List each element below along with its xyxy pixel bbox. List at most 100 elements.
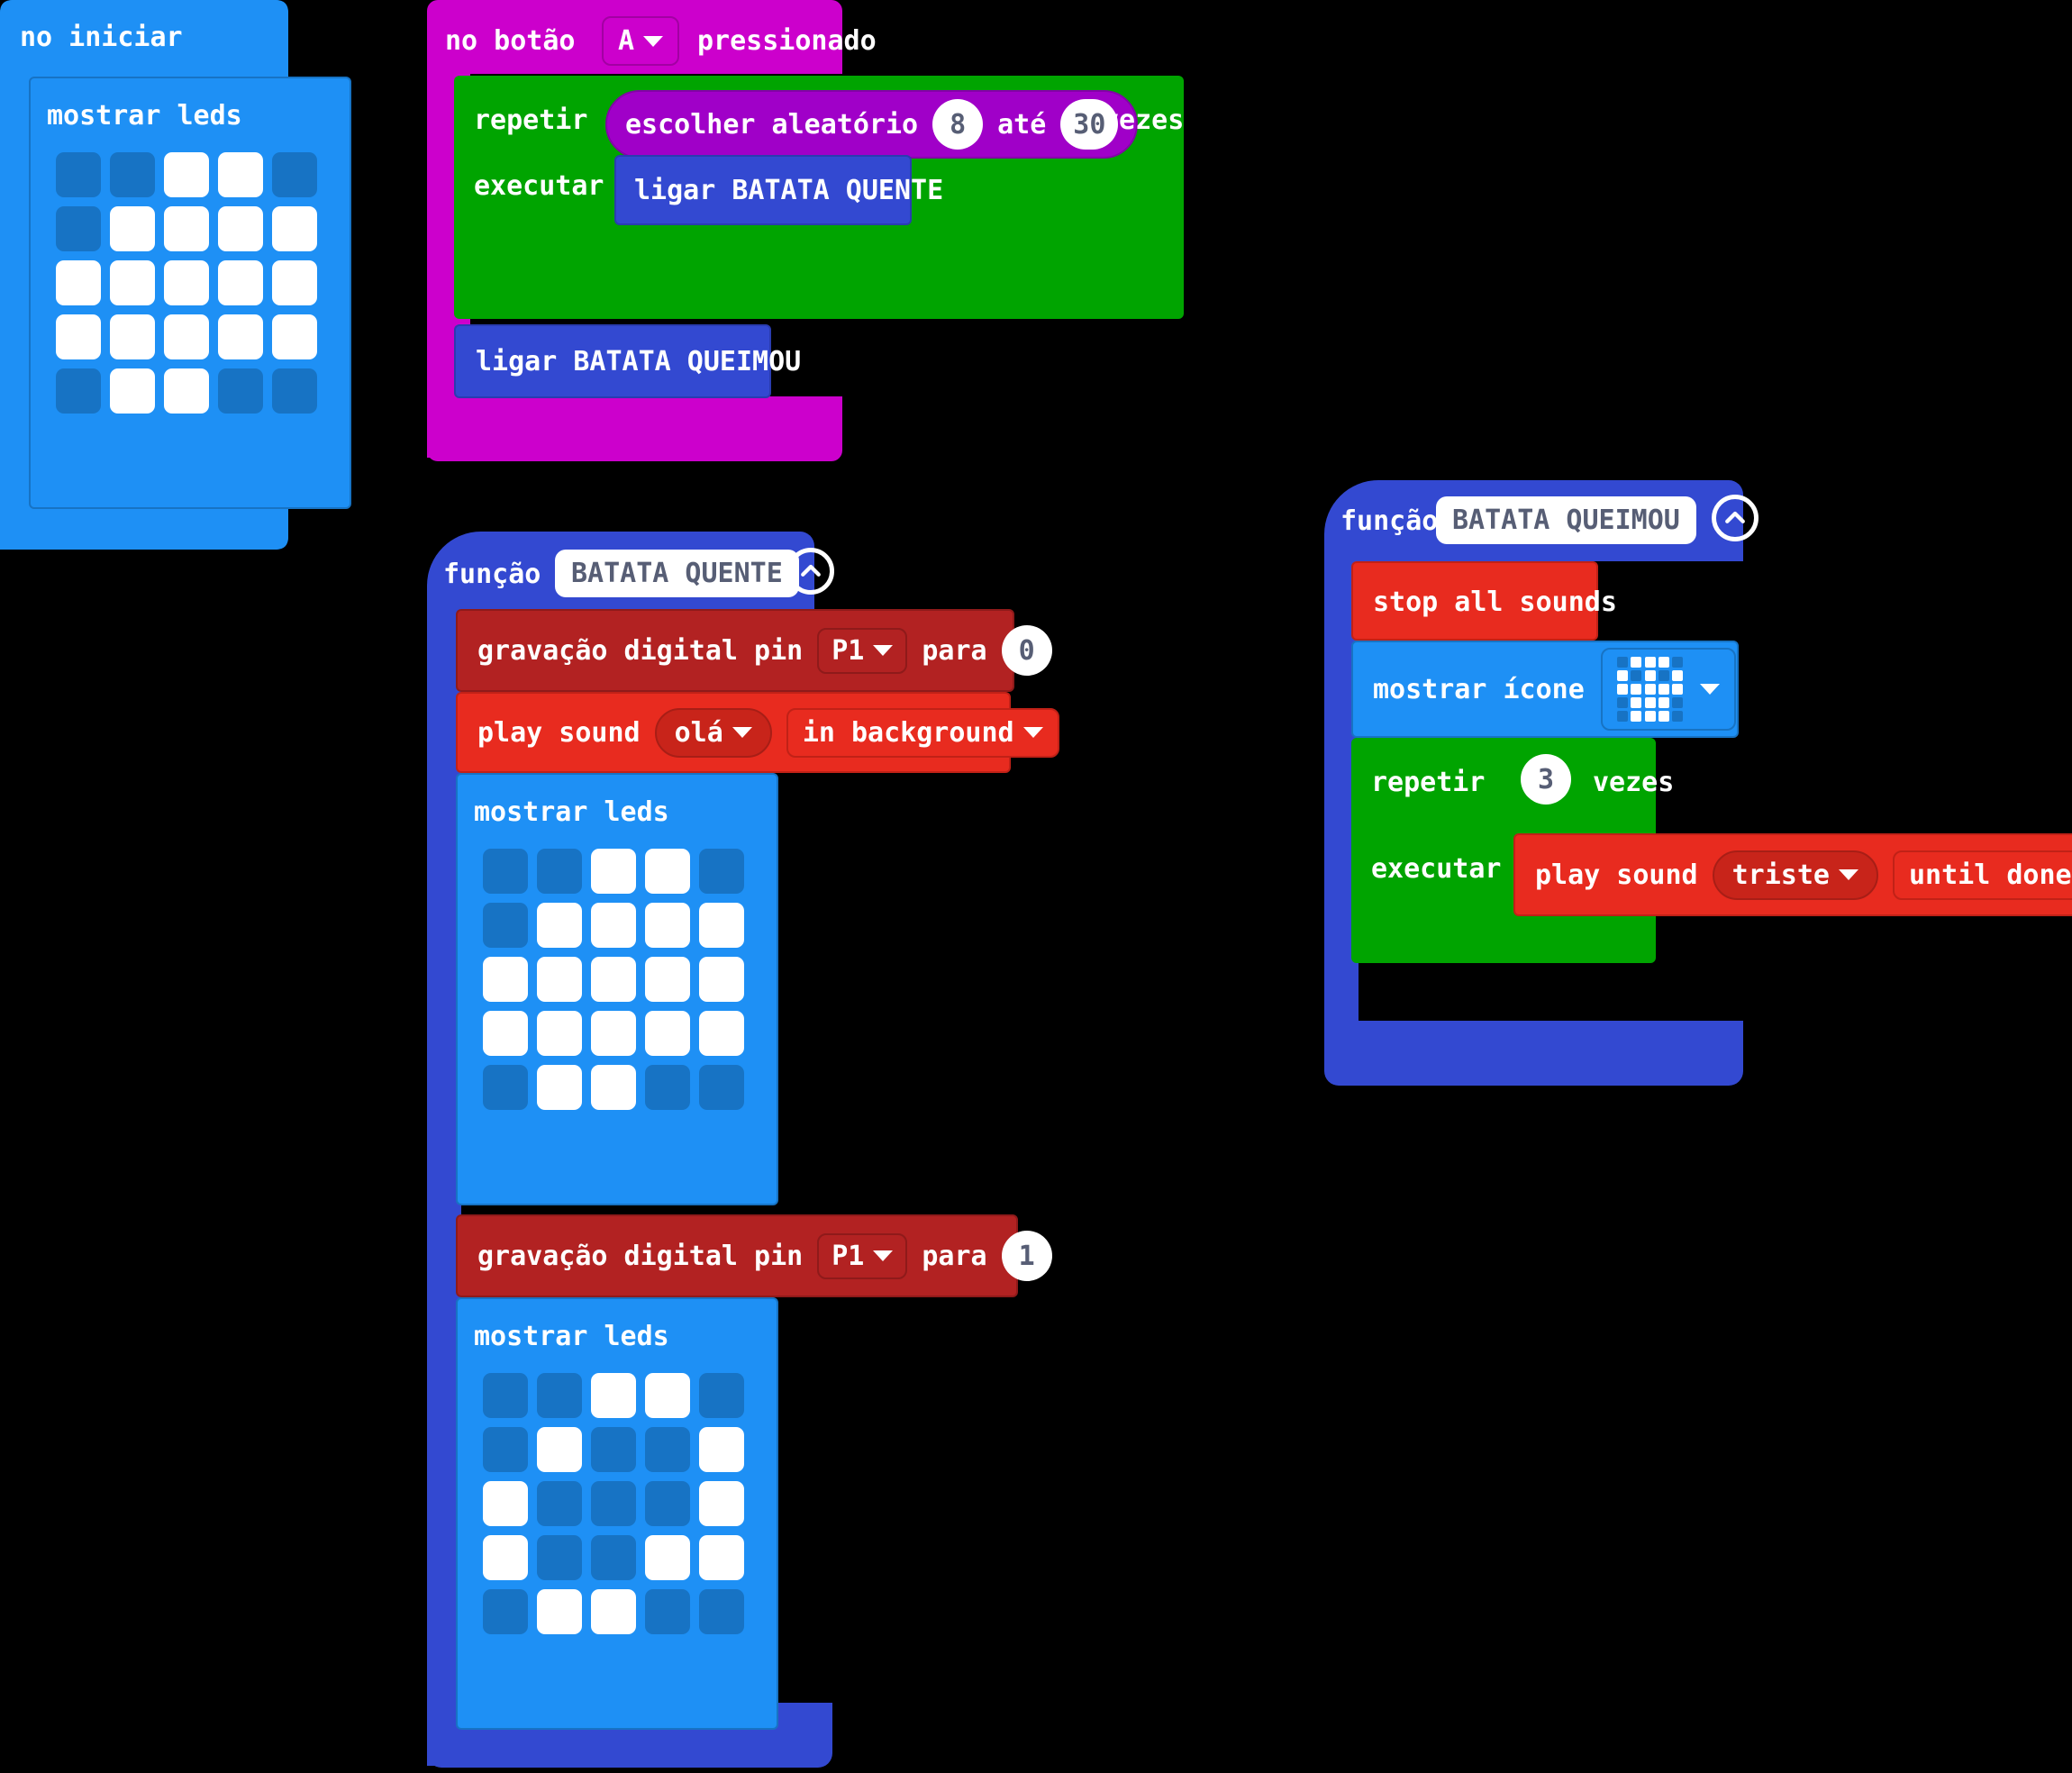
led-cell[interactable] [645, 903, 690, 948]
led-cell[interactable] [591, 849, 636, 894]
repeat-loop-block-queimou[interactable]: repetir 3 vezes executar play sound tris… [1351, 738, 2072, 963]
play-sound-block-ola[interactable]: play sound olá in background [456, 692, 1059, 773]
led-cell[interactable] [537, 1589, 582, 1634]
led-cell[interactable] [537, 1535, 582, 1580]
led-cell[interactable] [699, 1535, 744, 1580]
function-name-field[interactable]: BATATA QUENTE [555, 550, 799, 597]
led-cell[interactable] [110, 260, 155, 305]
led-cell[interactable] [56, 260, 101, 305]
random-from-input[interactable]: 8 [932, 99, 984, 150]
led-cell[interactable] [591, 957, 636, 1002]
led-cell[interactable] [483, 1535, 528, 1580]
function-name-field[interactable]: BATATA QUEIMOU [1436, 496, 1696, 544]
call-batata-queimou-block[interactable]: ligar BATATA QUEIMOU [454, 324, 801, 398]
led-cell[interactable] [645, 1589, 690, 1634]
led-cell[interactable] [591, 1589, 636, 1634]
led-cell[interactable] [699, 849, 744, 894]
button-select[interactable]: A [602, 16, 680, 66]
led-matrix-quente-2[interactable] [483, 1373, 744, 1634]
sound-select-triste[interactable]: triste [1712, 850, 1878, 900]
led-cell[interactable] [164, 368, 209, 414]
led-cell[interactable] [537, 1373, 582, 1418]
led-cell[interactable] [645, 1535, 690, 1580]
led-cell[interactable] [699, 1481, 744, 1526]
show-leds-block-onstart[interactable]: mostrar leds [29, 77, 351, 509]
call-batata-quente-block[interactable]: ligar BATATA QUENTE [614, 155, 943, 225]
led-cell[interactable] [483, 1011, 528, 1056]
icon-select[interactable] [1600, 648, 1736, 731]
pin-select-0[interactable]: P1 [817, 627, 908, 674]
led-cell[interactable] [537, 1427, 582, 1472]
led-cell[interactable] [56, 368, 101, 414]
show-leds-block-quente-2[interactable]: mostrar leds [456, 1297, 778, 1730]
pick-random-reporter[interactable]: escolher aleatório 8 até 30 [605, 90, 1139, 159]
led-cell[interactable] [537, 1481, 582, 1526]
led-cell[interactable] [699, 903, 744, 948]
led-cell[interactable] [272, 152, 317, 197]
led-cell[interactable] [272, 260, 317, 305]
led-cell[interactable] [537, 849, 582, 894]
led-cell[interactable] [699, 1427, 744, 1472]
led-cell[interactable] [591, 1427, 636, 1472]
led-cell[interactable] [591, 1481, 636, 1526]
led-cell[interactable] [483, 903, 528, 948]
led-cell[interactable] [591, 903, 636, 948]
led-cell[interactable] [699, 1589, 744, 1634]
led-cell[interactable] [218, 260, 263, 305]
led-cell[interactable] [272, 368, 317, 414]
led-cell[interactable] [110, 368, 155, 414]
led-cell[interactable] [645, 1427, 690, 1472]
sound-mode-select-background[interactable]: in background [786, 707, 1059, 758]
led-cell[interactable] [645, 849, 690, 894]
digital-write-block-0[interactable]: gravação digital pin P1 para 0 [456, 609, 1052, 692]
led-cell[interactable] [699, 957, 744, 1002]
led-cell[interactable] [645, 1011, 690, 1056]
led-cell[interactable] [218, 152, 263, 197]
led-cell[interactable] [591, 1011, 636, 1056]
led-cell[interactable] [218, 368, 263, 414]
pin-select-1[interactable]: P1 [817, 1232, 908, 1279]
led-cell[interactable] [483, 1589, 528, 1634]
repeat-times-input[interactable]: 3 [1521, 754, 1571, 805]
led-cell[interactable] [56, 314, 101, 359]
sound-mode-select-untildone[interactable]: until done [1893, 850, 2072, 900]
led-cell[interactable] [483, 1481, 528, 1526]
led-cell[interactable] [272, 314, 317, 359]
chevron-up-circle-icon[interactable] [787, 548, 834, 595]
led-cell[interactable] [699, 1011, 744, 1056]
led-cell[interactable] [110, 152, 155, 197]
play-sound-block-triste[interactable]: play sound triste until done [1513, 833, 2072, 916]
led-cell[interactable] [537, 957, 582, 1002]
led-cell[interactable] [591, 1535, 636, 1580]
led-cell[interactable] [218, 314, 263, 359]
led-cell[interactable] [699, 1373, 744, 1418]
digital-write-value-input-1[interactable]: 1 [1001, 1231, 1052, 1281]
led-matrix-quente-1[interactable] [483, 849, 744, 1110]
led-cell[interactable] [537, 1011, 582, 1056]
repeat-loop-block[interactable]: repetir escolher aleatório 8 até 30 veze… [454, 76, 1184, 319]
blocks-workspace[interactable]: no iniciar mostrar leds no botão A press… [0, 0, 2072, 1773]
led-cell[interactable] [272, 206, 317, 251]
led-cell[interactable] [483, 1427, 528, 1472]
led-cell[interactable] [591, 1373, 636, 1418]
led-cell[interactable] [537, 1065, 582, 1110]
led-cell[interactable] [645, 1373, 690, 1418]
led-cell[interactable] [699, 1065, 744, 1110]
stop-all-sounds-block[interactable]: stop all sounds [1351, 561, 1617, 641]
led-cell[interactable] [483, 1065, 528, 1110]
digital-write-value-input-0[interactable]: 0 [1001, 625, 1052, 676]
led-cell[interactable] [56, 206, 101, 251]
led-cell[interactable] [164, 206, 209, 251]
led-cell[interactable] [164, 260, 209, 305]
led-cell[interactable] [483, 957, 528, 1002]
led-cell[interactable] [164, 314, 209, 359]
led-cell[interactable] [56, 152, 101, 197]
led-matrix-onstart[interactable] [56, 152, 317, 414]
led-cell[interactable] [645, 1481, 690, 1526]
led-cell[interactable] [645, 957, 690, 1002]
sound-select-ola[interactable]: olá [654, 707, 772, 758]
led-cell[interactable] [483, 1373, 528, 1418]
led-cell[interactable] [537, 903, 582, 948]
show-leds-block-quente-1[interactable]: mostrar leds [456, 773, 778, 1205]
chevron-up-circle-icon[interactable] [1712, 495, 1758, 541]
